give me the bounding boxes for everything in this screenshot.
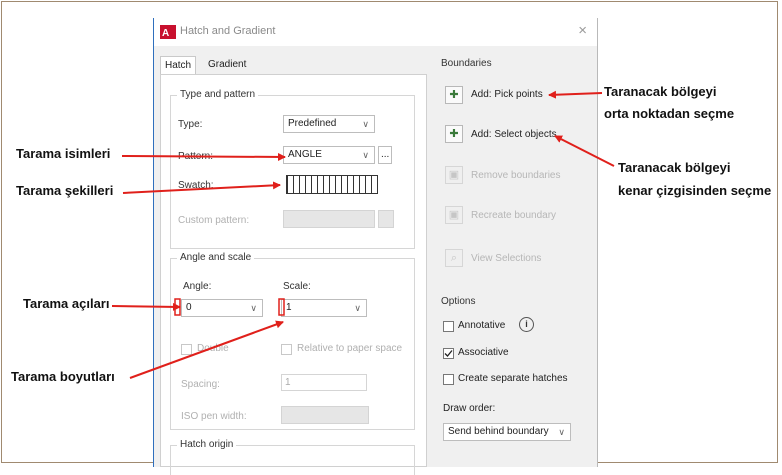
arrow-pick-points <box>548 90 603 99</box>
annotation-arrows <box>111 90 615 379</box>
arrow-pattern-names <box>121 152 286 161</box>
arrow-pattern-angles <box>111 302 181 311</box>
arrow-pattern-sizes <box>129 320 284 379</box>
scale-highlight <box>278 298 285 316</box>
arrow-pattern-shapes <box>122 181 281 194</box>
arrow-select-objects <box>554 135 615 167</box>
